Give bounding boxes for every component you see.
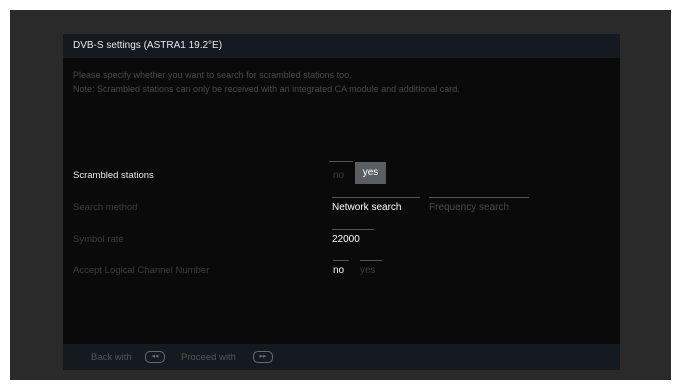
search-method-label: Search method [73,202,138,213]
scrambled-option-yes[interactable]: yes [355,162,386,184]
header-bar: DVB-S settings (ASTRA1 19.2°E) [63,34,620,58]
footer-bar: Back with ◂◂ Proceed with ▸▸ [63,344,620,370]
search-method-frequency[interactable]: Frequency search [429,197,529,213]
back-button-icon: ◂◂ [145,351,165,363]
lcn-label: Accept Logical Channel Number [73,265,210,276]
symbol-rate-label: Symbol rate [73,234,124,245]
lcn-option-no[interactable]: no [333,260,349,276]
description-line-1: Please specify whether you want to searc… [73,70,352,80]
symbol-rate-value[interactable]: 22000 [332,229,374,245]
search-method-network[interactable]: Network search [332,197,420,213]
ok-button-icon: ▸▸ [253,351,273,363]
scrambled-stations-label: Scrambled stations [73,170,154,181]
scrambled-option-no[interactable]: no [333,170,344,181]
proceed-hint: Proceed with [181,352,236,363]
lcn-option-yes[interactable]: yes [360,260,382,276]
page-title: DVB-S settings (ASTRA1 19.2°E) [73,40,223,51]
back-hint: Back with [91,352,132,363]
dvbs-settings-panel: DVB-S settings (ASTRA1 19.2°E) Please sp… [63,34,620,370]
description-line-2: Note: Scrambled stations can only be rec… [73,84,460,94]
